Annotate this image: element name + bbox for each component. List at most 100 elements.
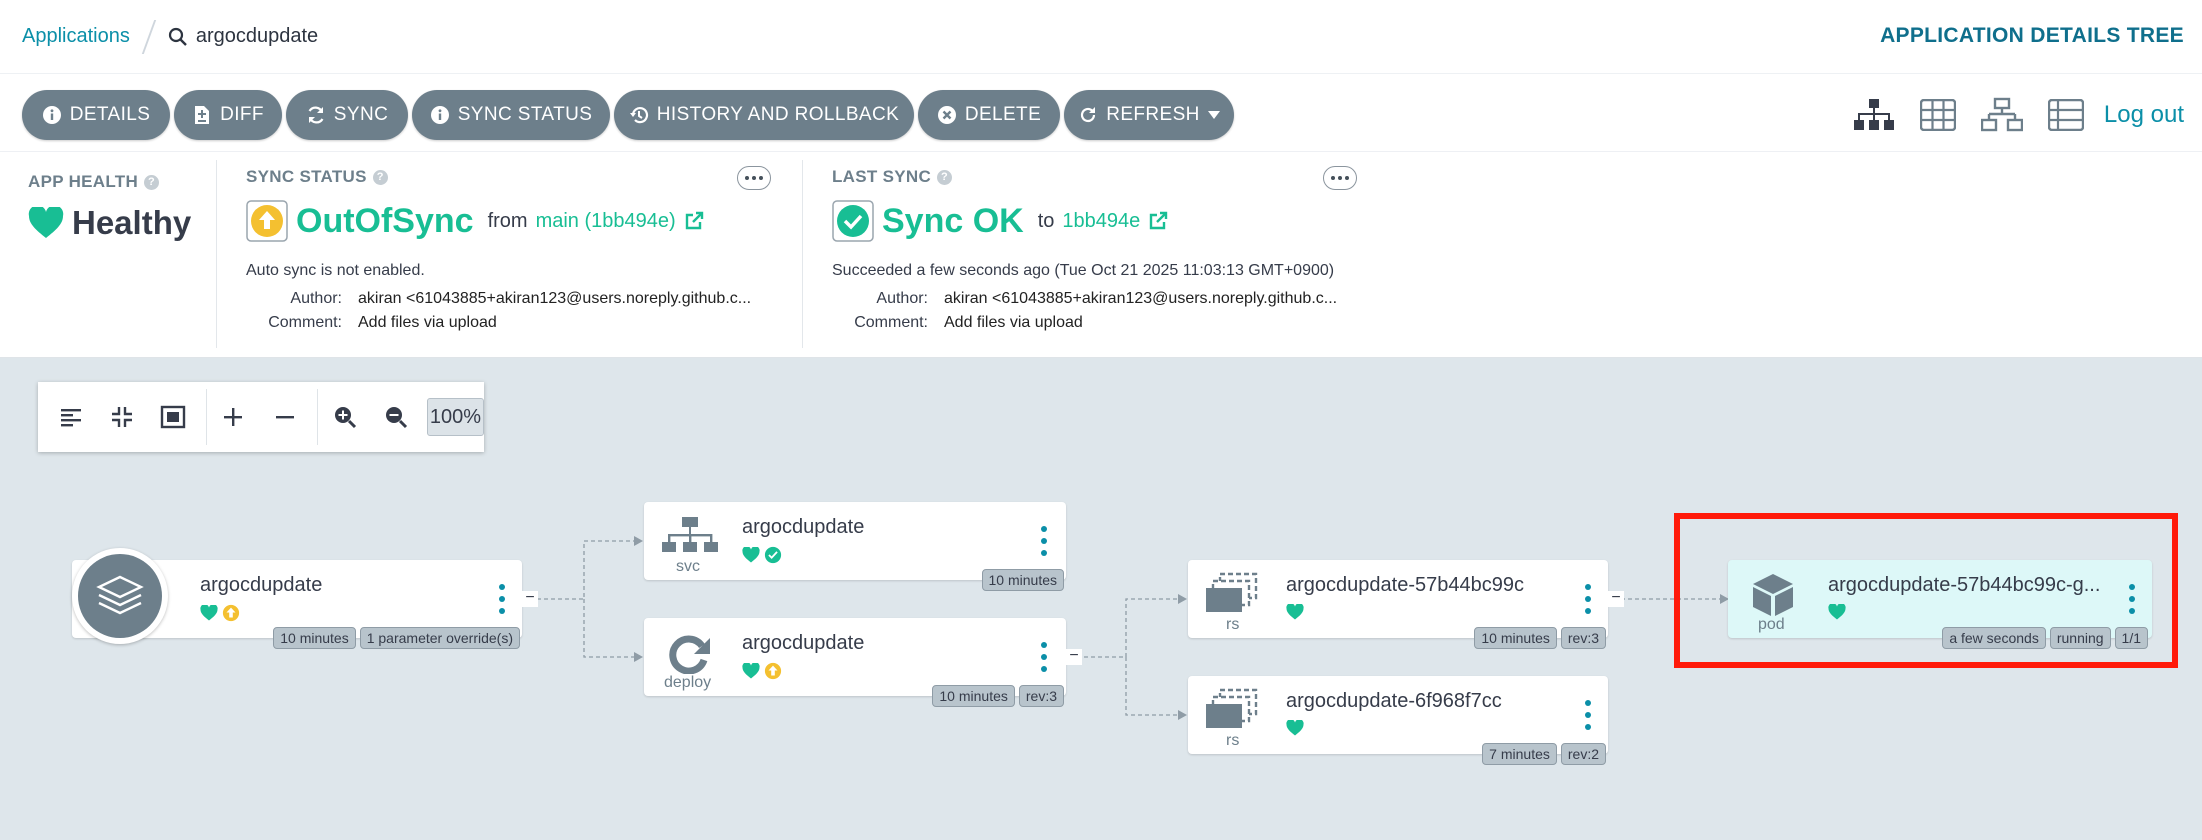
last-sync-title-label: LAST SYNC [832,167,932,186]
deploy-node-menu[interactable] [1040,642,1048,672]
replicaset-icon [1206,572,1258,612]
sync-label: SYNC [333,104,389,125]
rs1-node-status [1286,604,1304,620]
outofsync-icon [764,662,782,680]
last-sync-label: Sync OK [882,201,1024,240]
rs1-node-tags: 10 minutes rev:3 [1474,627,1606,649]
check-circle-icon [832,200,874,242]
view-switcher: Log out [1832,90,2202,140]
comment-value: Add files via upload [358,314,497,331]
list-view-icon[interactable] [2044,93,2088,137]
last-sync-revision-link[interactable]: 1bb494e [1062,210,1140,233]
sync-status-label: OutOfSync [296,201,474,240]
tag: 7 minutes [1482,743,1557,765]
sync-comment-row: Comment: Add files via upload [246,314,497,332]
svc-node-menu[interactable] [1040,526,1048,556]
tag: 1 parameter override(s) [359,627,520,649]
logout-link[interactable]: Log out [2104,101,2184,129]
svc-node-tags: 10 minutes [981,569,1064,591]
app-node-menu[interactable] [498,584,506,614]
replicaset-icon [1206,688,1258,728]
sync-button[interactable]: SYNC [286,90,408,140]
help-icon[interactable]: ? [937,169,953,185]
delete-button[interactable]: DELETE [918,90,1060,140]
details-label: DETAILS [69,104,151,125]
delete-icon [937,105,957,125]
from-label: from [487,209,528,232]
help-icon[interactable]: ? [372,169,388,185]
network-view-icon[interactable] [1980,93,2024,137]
sync-status-label: SYNC STATUS [457,104,593,125]
app-node-tags: 10 minutes 1 parameter override(s) [273,627,520,649]
comment-value: Add files via upload [944,314,1083,331]
app-node-icon-wrap [72,548,168,644]
tag: 10 minutes [981,569,1064,591]
grid-view-icon[interactable] [1916,93,1960,137]
rs2-node-kind: rs [1226,732,1240,749]
tree-view-icon[interactable] [1852,93,1896,137]
refresh-label: REFRESH [1106,104,1200,125]
rs2-node-menu[interactable] [1584,700,1592,730]
collapse-toggle[interactable]: − [522,590,538,607]
heart-icon [200,605,218,621]
breadcrumb-applications-link[interactable]: Applications [22,25,130,48]
svc-node-name: argocdupdate [742,516,865,538]
author-value: akiran <61043885+akiran123@users.noreply… [358,290,752,307]
info-icon [42,105,62,125]
app-health-title: APP HEALTH ? [28,172,160,192]
network-icon [662,517,718,552]
external-link-icon[interactable] [684,211,704,231]
deploy-node-kind: deploy [664,674,712,691]
diff-label: DIFF [220,104,264,125]
check-circle-icon [764,546,782,564]
rs1-node-menu[interactable] [1584,584,1592,614]
sync-deploy-icon [669,635,710,674]
status-panel: APP HEALTH ? Healthy SYNC STATUS ? OutOf… [0,152,2202,358]
refresh-button[interactable]: REFRESH [1064,90,1234,140]
sync-icon [306,105,326,125]
rs2-node-tags: 7 minutes rev:2 [1482,743,1606,765]
sync-status-button[interactable]: SYNC STATUS [412,90,610,140]
rs1-node[interactable]: rs argocdupdate-57b44bc99c 10 minutes re… [1188,560,1624,649]
diff-button[interactable]: DIFF [174,90,282,140]
svc-node[interactable]: svc argocdupdate 10 minutes [644,502,1066,591]
deploy-node[interactable]: deploy argocdupdate 10 minutes rev:3 − [644,618,1082,707]
heart-icon [1286,604,1304,620]
collapse-toggle[interactable]: − [1608,590,1624,607]
caret-down-icon [1207,104,1220,126]
app-node[interactable]: argocdupdate 10 minutes 1 parameter over… [72,548,538,649]
external-link-icon[interactable] [1148,211,1168,231]
svc-node-kind: svc [676,558,700,575]
auto-sync-text: Auto sync is not enabled. [246,262,425,279]
last-sync-author-row: Author: akiran <61043885+akiran123@users.… [832,290,1337,308]
app-health-title-label: APP HEALTH [28,172,139,191]
rs2-node[interactable]: rs argocdupdate-6f968f7cc 7 minutes rev:… [1188,676,1608,765]
sync-revision-link[interactable]: main (1bb494e) [536,210,676,233]
history-icon [629,105,649,125]
sync-status-title: SYNC STATUS ? [246,167,388,187]
history-label: HISTORY AND ROLLBACK [656,104,900,125]
collapse-toggle[interactable]: − [1066,648,1082,665]
search-icon [168,27,187,46]
breadcrumb-current[interactable]: argocdupdate [168,25,318,48]
deploy-node-tags: 10 minutes rev:3 [932,685,1064,707]
sync-status-title-label: SYNC STATUS [246,167,367,186]
comment-label: Comment: [854,314,928,331]
heart-icon [742,547,760,563]
heart-icon [28,207,64,238]
sync-status-more-button[interactable] [737,166,771,190]
last-sync-more-button[interactable] [1323,166,1357,190]
breadcrumb-current-label: argocdupdate [195,25,319,47]
svc-node-status [742,546,782,564]
top-bar: Applications argocdupdate APPLICATION DE… [0,0,2202,74]
details-button[interactable]: DETAILS [22,90,170,140]
tag: 10 minutes [932,685,1015,707]
rs1-node-kind: rs [1226,616,1240,633]
history-rollback-button[interactable]: HISTORY AND ROLLBACK [614,90,914,140]
sync-author-row: Author: akiran <61043885+akiran123@users.… [246,290,751,308]
rs1-node-name: argocdupdate-57b44bc99c [1286,574,1524,596]
help-icon[interactable]: ? [144,174,160,190]
tag: 10 minutes [1474,627,1557,649]
info-icon [430,105,450,125]
app-node-status [200,604,240,622]
